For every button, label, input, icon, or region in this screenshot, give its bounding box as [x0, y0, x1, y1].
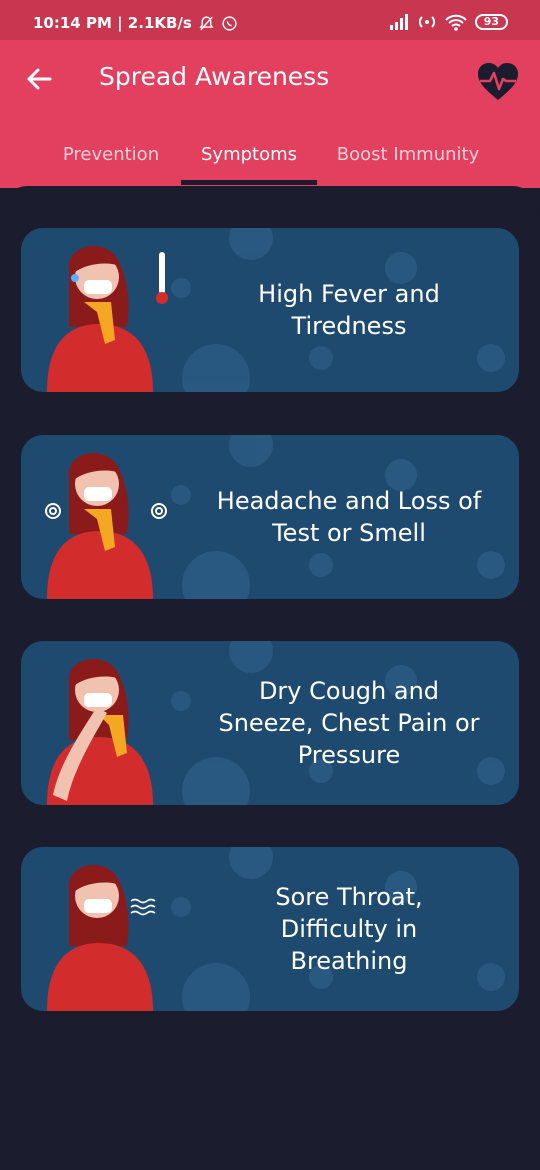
whatsapp-icon: [222, 15, 237, 31]
symptom-label: Dry Cough and Sneeze, Chest Pain or Pres…: [191, 641, 507, 805]
status-bar: 10:14 PM | 2.1KB/s 93: [0, 0, 540, 40]
wifi-icon: [444, 14, 467, 31]
status-right: 93: [389, 13, 508, 31]
heartbeat-icon: [478, 63, 518, 100]
symptom-card-sore-throat[interactable]: Sore Throat, Difficulty in Breathing: [21, 847, 519, 1011]
symptom-line-1: Sore Throat,: [275, 883, 423, 911]
symptom-line-1: High Fever and: [258, 280, 440, 308]
tab-prevention[interactable]: Prevention: [52, 144, 170, 188]
symptom-card-headache[interactable]: Headache and Loss of Test or Smell: [21, 435, 519, 599]
symptom-label: Headache and Loss of Test or Smell: [191, 435, 507, 599]
page-title: Spread Awareness: [99, 62, 330, 91]
status-time-speed: 10:14 PM | 2.1KB/s: [33, 14, 192, 32]
woman-headache-illustration: [45, 452, 167, 599]
symptom-line-1: Headache and Loss of: [216, 487, 482, 515]
app-bar: Spread Awareness Prevention Symptoms Boo…: [0, 40, 540, 188]
symptom-card-cough[interactable]: Dry Cough and Sneeze, Chest Pain or Pres…: [21, 641, 519, 805]
woman-fever-illustration: [47, 245, 168, 392]
symptom-line-3: Pressure: [297, 741, 401, 769]
hotspot-icon: [418, 16, 435, 28]
arrow-left-icon: [27, 68, 52, 90]
symptom-card-fever[interactable]: High Fever and Tiredness: [21, 228, 519, 392]
tab-indicator: [181, 180, 317, 185]
signal-icon: [389, 14, 408, 30]
symptom-label: High Fever and Tiredness: [191, 228, 507, 392]
muted-bell-icon: [199, 15, 214, 30]
health-button[interactable]: [476, 60, 520, 104]
status-left: 10:14 PM | 2.1KB/s: [33, 14, 238, 32]
symptom-line-1: Dry Cough and: [258, 677, 440, 705]
symptoms-list: High Fever and Tiredness Headache and Lo…: [0, 186, 540, 1170]
symptom-line-2: Test or Smell: [272, 519, 426, 547]
symptom-line-2: Difficulty in: [280, 915, 418, 943]
symptom-line-2: Sneeze, Chest Pain or: [218, 709, 480, 737]
woman-cough-illustration: [47, 658, 153, 805]
back-button[interactable]: [22, 62, 56, 96]
symptom-line-3: Breathing: [290, 947, 408, 975]
symptom-line-2: Tiredness: [291, 312, 407, 340]
battery-indicator: 93: [474, 14, 508, 30]
tab-boost-immunity[interactable]: Boost Immunity: [330, 144, 486, 188]
woman-sore-throat-illustration: [47, 864, 156, 1011]
symptom-label: Sore Throat, Difficulty in Breathing: [191, 847, 507, 1011]
